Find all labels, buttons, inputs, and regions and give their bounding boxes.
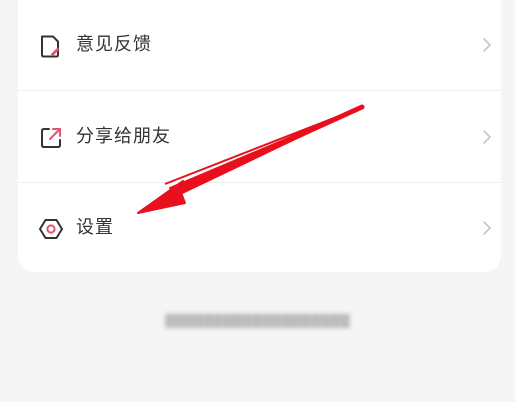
chevron-right-icon — [483, 221, 491, 235]
menu-item-share[interactable]: 分享给朋友 — [18, 92, 501, 182]
share-icon — [41, 128, 61, 148]
menu-item-label: 分享给朋友 — [76, 126, 171, 147]
menu-item-feedback[interactable]: 意见反馈 — [18, 0, 501, 90]
menu-item-settings[interactable]: 设置 — [18, 183, 501, 273]
chevron-right-icon — [483, 130, 491, 144]
menu-item-label: 意见反馈 — [76, 34, 152, 55]
menu-card: 意见反馈 分享给朋友 设置 — [18, 0, 501, 272]
settings-hexagon-icon — [39, 219, 63, 239]
divider — [18, 90, 501, 91]
blurred-footer-note: ███████████████████ — [165, 314, 350, 328]
menu-item-label: 设置 — [76, 217, 114, 238]
feedback-document-icon — [41, 35, 60, 58]
chevron-right-icon — [483, 38, 491, 52]
